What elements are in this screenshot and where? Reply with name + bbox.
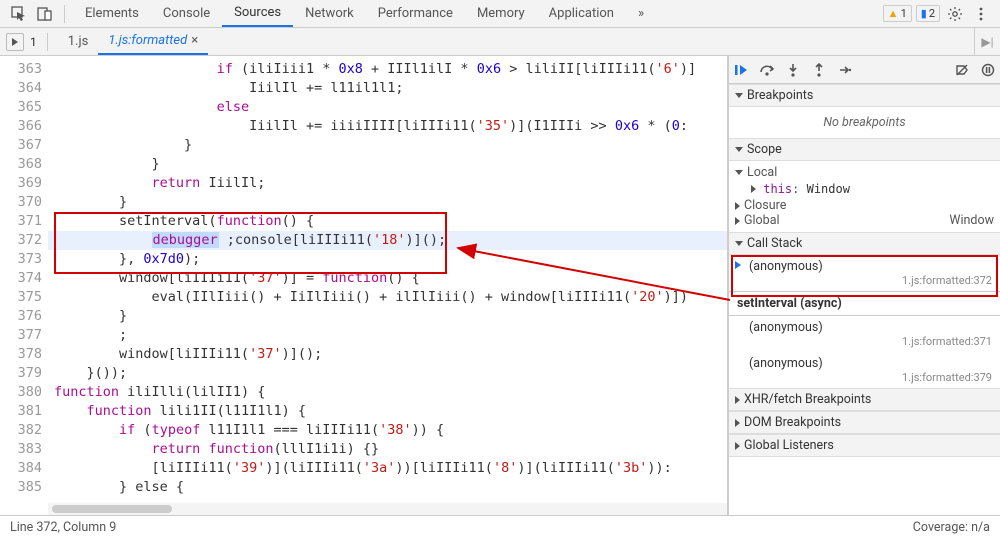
scope-body: Local this: Window Closure Global Window xyxy=(729,161,1000,232)
tab-more[interactable]: » xyxy=(626,1,656,26)
chevron-right-icon xyxy=(735,442,740,450)
xhr-label: XHR/fetch Breakpoints xyxy=(744,392,871,407)
tab-network[interactable]: Network xyxy=(293,1,366,26)
message-count: 2 xyxy=(929,7,935,20)
line-number-gutter: 3633643653663673683693703713723733743753… xyxy=(0,56,48,515)
tab-memory[interactable]: Memory xyxy=(465,1,537,26)
inspect-element-icon[interactable] xyxy=(8,3,30,25)
top-left-icons xyxy=(4,3,73,25)
file-tab-label: 1.js:formatted xyxy=(108,33,187,48)
frame-location: 1.js:formatted:372 xyxy=(749,274,992,287)
global-listeners-label: Global Listeners xyxy=(744,438,834,453)
main-tab-bar: Elements Console Sources Network Perform… xyxy=(0,0,1000,28)
breakpoints-label: Breakpoints xyxy=(747,88,813,103)
step-icon[interactable] xyxy=(837,62,853,78)
scope-local-label[interactable]: Local xyxy=(747,165,777,180)
chevron-down-icon xyxy=(735,147,743,152)
tab-application[interactable]: Application xyxy=(537,1,626,26)
message-icon: ▮ xyxy=(921,7,927,20)
settings-icon[interactable] xyxy=(944,3,966,25)
callstack-header[interactable]: Call Stack xyxy=(729,232,1000,255)
scope-this-row[interactable]: this: Window xyxy=(735,180,994,198)
debug-toolbar xyxy=(729,56,1000,84)
dom-label: DOM Breakpoints xyxy=(744,415,841,430)
code-lines: if (iliIiii1 * 0x8 + IIIl1ilI * 0x6 > li… xyxy=(48,56,727,515)
scope-closure-label[interactable]: Closure xyxy=(744,198,786,213)
tab-console[interactable]: Console xyxy=(151,1,222,26)
page-index: 1 xyxy=(30,35,37,49)
close-icon[interactable]: × xyxy=(191,33,198,48)
chevron-right-icon xyxy=(735,202,740,210)
cursor-position: Line 372, Column 9 xyxy=(10,520,116,535)
device-toolbar-icon[interactable] xyxy=(34,3,56,25)
status-bar: Line 372, Column 9 Coverage: n/a xyxy=(0,515,1000,539)
file-tab-1js[interactable]: 1.js xyxy=(58,29,99,54)
kebab-menu-icon[interactable] xyxy=(970,3,992,25)
callstack-frame[interactable]: (anonymous) 1.js:formatted:371 xyxy=(729,316,1000,352)
callstack-async-label: setInterval (async) xyxy=(729,291,1000,316)
chevron-down-icon xyxy=(735,93,743,98)
callstack-frame[interactable]: (anonymous) 1.js:formatted:379 xyxy=(729,352,1000,388)
main-tabs: Elements Console Sources Network Perform… xyxy=(73,0,879,27)
chevron-down-icon xyxy=(735,170,743,175)
scope-header[interactable]: Scope xyxy=(729,138,1000,161)
warning-icon: ▲ xyxy=(888,7,899,20)
coverage-indicator: Coverage: n/a xyxy=(913,520,990,535)
scrollbar-thumb[interactable] xyxy=(52,505,172,513)
file-tab-1js-formatted[interactable]: 1.js:formatted × xyxy=(98,28,208,55)
frame-name: (anonymous) xyxy=(749,320,823,335)
callstack-frame-current[interactable]: (anonymous) 1.js:formatted:372 xyxy=(729,255,1000,291)
pause-on-exceptions-icon[interactable] xyxy=(980,62,996,78)
file-tabs: 1.js 1.js:formatted × xyxy=(58,28,974,55)
xhr-breakpoints-header[interactable]: XHR/fetch Breakpoints xyxy=(729,388,1000,411)
file-tab-label: 1.js xyxy=(68,34,89,49)
tab-elements[interactable]: Elements xyxy=(73,1,151,26)
chevron-right-icon xyxy=(735,419,740,427)
global-listeners-header[interactable]: Global Listeners xyxy=(729,434,1000,457)
resume-icon[interactable] xyxy=(733,62,749,78)
main-row: 3633643653663673683693703713723733743753… xyxy=(0,56,1000,515)
warnings-badge[interactable]: ▲ 1 xyxy=(883,5,912,22)
horizontal-scrollbar[interactable] xyxy=(48,503,727,515)
page-navigator-icon[interactable] xyxy=(6,33,24,51)
scope-global-label[interactable]: Global xyxy=(744,213,780,228)
debug-sidebar: Breakpoints No breakpoints Scope Local t… xyxy=(728,56,1000,515)
code-editor[interactable]: 3633643653663673683693703713723733743753… xyxy=(0,56,728,515)
no-breakpoints-text: No breakpoints xyxy=(729,107,1000,138)
frame-location: 1.js:formatted:371 xyxy=(749,335,992,348)
callstack-label: Call Stack xyxy=(747,236,802,251)
top-right-icons: ▲ 1 ▮ 2 xyxy=(879,3,996,25)
tab-sources[interactable]: Sources xyxy=(222,0,293,27)
step-out-icon[interactable] xyxy=(811,62,827,78)
warning-count: 1 xyxy=(901,7,907,20)
breakpoints-header[interactable]: Breakpoints xyxy=(729,84,1000,107)
chevron-right-icon xyxy=(735,217,740,225)
frame-name: (anonymous) xyxy=(749,356,823,371)
chevron-right-icon xyxy=(735,396,740,404)
callstack-body: (anonymous) 1.js:formatted:372 setInterv… xyxy=(729,255,1000,388)
messages-badge[interactable]: ▮ 2 xyxy=(916,5,940,22)
sub-left-controls: 1 xyxy=(0,33,58,51)
file-tab-overflow-icon[interactable]: ▶| xyxy=(974,28,1000,55)
frame-location: 1.js:formatted:379 xyxy=(749,371,992,384)
step-into-icon[interactable] xyxy=(785,62,801,78)
step-over-icon[interactable] xyxy=(759,62,775,78)
scope-global-value: Window xyxy=(949,213,994,228)
chevron-down-icon xyxy=(735,241,743,246)
tab-performance[interactable]: Performance xyxy=(366,1,465,26)
chevron-right-icon xyxy=(751,185,756,193)
deactivate-breakpoints-icon[interactable] xyxy=(954,62,970,78)
sources-sub-bar: 1 1.js 1.js:formatted × ▶| xyxy=(0,28,1000,56)
scope-label: Scope xyxy=(747,142,782,157)
frame-name: (anonymous) xyxy=(749,259,823,274)
dom-breakpoints-header[interactable]: DOM Breakpoints xyxy=(729,411,1000,434)
